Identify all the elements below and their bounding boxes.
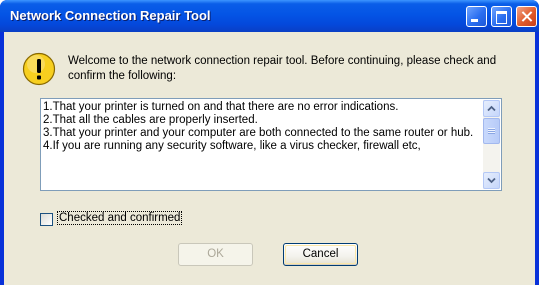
intro-message: Welcome to the network connection repair… (68, 55, 497, 82)
scroll-down-button[interactable] (483, 172, 500, 189)
close-icon[interactable] (516, 6, 537, 27)
checklist-line: 2.That all the cables are properly inser… (43, 114, 258, 126)
dialog-window: Network Connection Repair Tool Welcome t… (0, 0, 539, 285)
dialog-body: Welcome to the network connection repair… (4, 32, 535, 285)
title-bar[interactable]: Network Connection Repair Tool (0, 0, 539, 32)
chevron-up-icon (487, 105, 496, 112)
ok-button[interactable]: OK (178, 243, 253, 266)
confirm-checkbox[interactable] (40, 213, 53, 226)
cancel-button[interactable]: Cancel (283, 243, 358, 266)
checklist-line: 3.That your printer and your computer ar… (43, 127, 474, 139)
window-title: Network Connection Repair Tool (10, 8, 211, 23)
vertical-scrollbar[interactable] (483, 100, 500, 189)
warning-icon (22, 52, 56, 86)
chevron-down-icon (487, 177, 496, 184)
checklist-line: 4.If you are running any security softwa… (43, 140, 421, 152)
cancel-button-label: Cancel (302, 248, 339, 260)
scroll-up-button[interactable] (483, 100, 500, 117)
checklist-text: 1.That your printer is turned on and tha… (43, 101, 477, 188)
checklist-line: 1.That your printer is turned on and tha… (43, 101, 399, 113)
scroll-thumb[interactable] (483, 118, 500, 144)
checklist-textbox[interactable]: 1.That your printer is turned on and tha… (40, 98, 502, 191)
confirm-checkbox-label[interactable]: Checked and confirmed (56, 211, 183, 225)
maximize-icon[interactable] (491, 6, 512, 27)
minimize-icon[interactable] (466, 6, 487, 27)
